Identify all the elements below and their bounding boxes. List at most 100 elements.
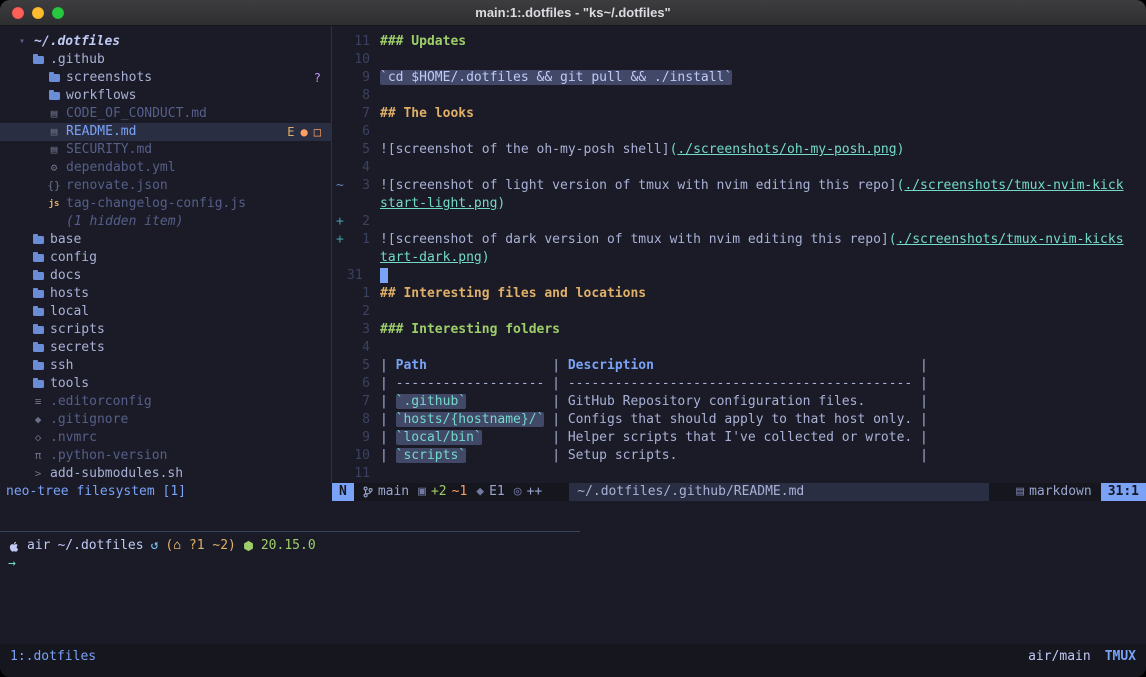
- gitsign-add-icon: +: [332, 231, 346, 249]
- line-number: 9: [346, 69, 370, 87]
- tmux-label: TMUX: [1105, 648, 1136, 666]
- editor-line[interactable]: 10| `scripts` | Setup scripts. |: [332, 447, 1146, 465]
- line-number: 5: [346, 141, 370, 159]
- python-file-icon: π: [30, 447, 46, 465]
- folder-icon: [30, 344, 46, 352]
- line-number: 8: [346, 87, 370, 105]
- diagnostic-count: E1: [489, 483, 505, 501]
- tree-item-editorconfig[interactable]: ≡.editorconfig: [0, 393, 331, 411]
- tmux-window-tab[interactable]: 1:.dotfiles: [10, 648, 96, 666]
- shell-prompt: air ~/.dotfiles ↺ (⌂ ?1 ~2) 20.15.0: [0, 537, 1146, 555]
- tree-item-code-of-conduct-md[interactable]: ▤CODE_OF_CONDUCT.md: [0, 105, 331, 123]
- tree-item-add-submodules-sh[interactable]: >add-submodules.sh: [0, 465, 331, 483]
- editor-line[interactable]: 10: [332, 51, 1146, 69]
- editor-line[interactable]: 6| ------------------- | ---------------…: [332, 375, 1146, 393]
- tree-item-label: base: [50, 231, 81, 249]
- tree-item-label: scripts: [50, 321, 105, 339]
- tree-item-python-version[interactable]: π.python-version: [0, 447, 331, 465]
- tree-item-security-md[interactable]: ▤SECURITY.md: [0, 141, 331, 159]
- tree-item-tools[interactable]: tools: [0, 375, 331, 393]
- editor-line[interactable]: 7## The looks: [332, 105, 1146, 123]
- tree-item-gitignore[interactable]: ◆.gitignore: [0, 411, 331, 429]
- line-text: | `.github` | GitHub Repository configur…: [370, 393, 928, 411]
- tree-item-workflows[interactable]: workflows: [0, 87, 331, 105]
- line-number: [346, 195, 370, 213]
- line-text: ![screenshot of light version of tmux wi…: [370, 177, 1124, 195]
- tree-item-label: .github: [50, 51, 105, 69]
- editor-line[interactable]: 1## Interesting files and locations: [332, 285, 1146, 303]
- line-text: [370, 339, 380, 357]
- git-status: (⌂ ?1 ~2): [165, 537, 235, 555]
- editor-line[interactable]: tart-dark.png): [332, 249, 1146, 267]
- tree-item-scripts[interactable]: scripts: [0, 321, 331, 339]
- close-button[interactable]: [12, 7, 24, 19]
- editor-line[interactable]: 9`cd $HOME/.dotfiles && git pull && ./in…: [332, 69, 1146, 87]
- mode-indicator: N: [332, 483, 354, 501]
- editor-line[interactable]: 11### Updates: [332, 33, 1146, 51]
- editor-line[interactable]: ~3![screenshot of light version of tmux …: [332, 177, 1146, 195]
- lualine: N main ▣ +2 ~1 ◆ E1 ◎ ++: [332, 483, 1146, 501]
- editor-line[interactable]: 4: [332, 159, 1146, 177]
- editor-line[interactable]: 31: [332, 267, 1146, 285]
- tree-item-dotfiles[interactable]: ▾~/.dotfiles: [0, 33, 331, 51]
- target-icon: ◎: [514, 483, 522, 501]
- shell-input-line[interactable]: →: [0, 555, 1146, 573]
- editor-line[interactable]: 2: [332, 303, 1146, 321]
- gear-file-icon: ⚙: [46, 159, 62, 177]
- status-badge: ●: [301, 123, 308, 141]
- tree-item-dependabot-yml[interactable]: ⚙dependabot.yml: [0, 159, 331, 177]
- line-text: [370, 123, 380, 141]
- tree-item-label: ssh: [50, 357, 73, 375]
- tree-item-1-hidden-item[interactable]: (1 hidden item): [0, 213, 331, 231]
- editor-line[interactable]: 4: [332, 339, 1146, 357]
- neotree-panel[interactable]: ▾~/.dotfiles.githubscreenshots?workflows…: [0, 26, 331, 483]
- gitsign-empty: [332, 465, 346, 483]
- filepath-chip[interactable]: ~/.dotfiles/.github/README.md: [569, 483, 989, 501]
- editor-line[interactable]: 3### Interesting folders: [332, 321, 1146, 339]
- minimize-button[interactable]: [32, 7, 44, 19]
- gitsign-empty: [332, 33, 346, 51]
- tmux-pane-divider[interactable]: [0, 531, 580, 532]
- tree-item-hosts[interactable]: hosts: [0, 285, 331, 303]
- tree-item-readme-md[interactable]: ▤README.mdE●□: [0, 123, 331, 141]
- markdown-file-icon: ▤: [46, 105, 62, 123]
- editor-line[interactable]: 8| `hosts/{hostname}/` | Configs that sh…: [332, 411, 1146, 429]
- tree-item-ssh[interactable]: ssh: [0, 357, 331, 375]
- editor-line[interactable]: +2: [332, 213, 1146, 231]
- tree-item-label: local: [50, 303, 89, 321]
- tree-item-docs[interactable]: docs: [0, 267, 331, 285]
- status-badge: □: [314, 123, 321, 141]
- zoom-button[interactable]: [52, 7, 64, 19]
- tree-item-github[interactable]: .github: [0, 51, 331, 69]
- editor-line[interactable]: 5![screenshot of the oh-my-posh shell](.…: [332, 141, 1146, 159]
- line-number: 4: [346, 339, 370, 357]
- tree-item-renovate-json[interactable]: {}renovate.json: [0, 177, 331, 195]
- node-icon: [243, 540, 254, 552]
- tree-item-secrets[interactable]: secrets: [0, 339, 331, 357]
- editor-line[interactable]: 5| Path | Description |: [332, 357, 1146, 375]
- tree-item-base[interactable]: base: [0, 231, 331, 249]
- editor-line[interactable]: +1![screenshot of dark version of tmux w…: [332, 231, 1146, 249]
- line-number: 31: [346, 267, 370, 285]
- gitsign-empty: [332, 339, 346, 357]
- gitsign-empty: [332, 267, 346, 285]
- braces-file-icon: {}: [46, 177, 62, 195]
- editor-line[interactable]: start-light.png): [332, 195, 1146, 213]
- tmux-session-host: air/main: [1028, 648, 1091, 666]
- config-file-icon: ≡: [30, 393, 46, 411]
- tree-item-screenshots[interactable]: screenshots?: [0, 69, 331, 87]
- editor-line[interactable]: 8: [332, 87, 1146, 105]
- editor-line[interactable]: 9| `local/bin` | Helper scripts that I'v…: [332, 429, 1146, 447]
- editor-line[interactable]: 11: [332, 465, 1146, 483]
- tree-item-tag-changelog-config-js[interactable]: jstag-changelog-config.js: [0, 195, 331, 213]
- tree-item-local[interactable]: local: [0, 303, 331, 321]
- tree-item-nvmrc[interactable]: ◇.nvmrc: [0, 429, 331, 447]
- line-text: [370, 213, 380, 231]
- editor-buffer[interactable]: 11### Updates 10 9`cd $HOME/.dotfiles &&…: [332, 33, 1146, 483]
- editor-line[interactable]: 7| `.github` | GitHub Repository configu…: [332, 393, 1146, 411]
- tree-item-config[interactable]: config: [0, 249, 331, 267]
- line-text: ### Updates: [370, 33, 466, 51]
- git-branch[interactable]: main: [363, 483, 409, 501]
- shell-pane[interactable]: air ~/.dotfiles ↺ (⌂ ?1 ~2) 20.15.0 →: [0, 537, 1146, 573]
- editor-line[interactable]: 6: [332, 123, 1146, 141]
